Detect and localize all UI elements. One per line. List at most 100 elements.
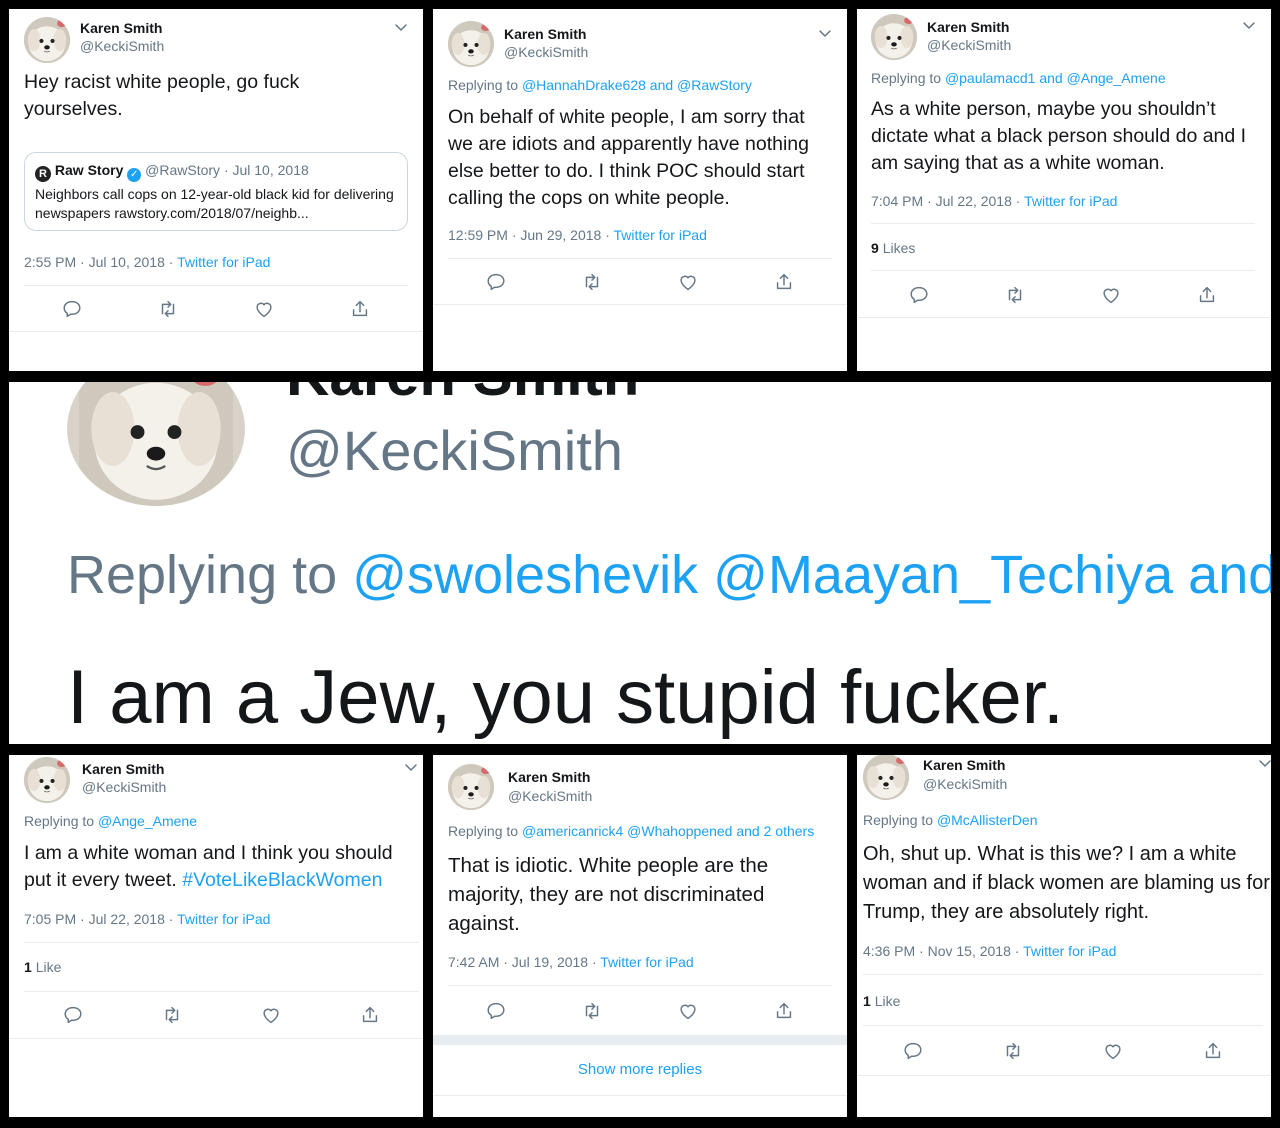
author-handle[interactable]: @KeckiSmith <box>923 776 1007 792</box>
divider <box>448 985 832 986</box>
author-name[interactable]: Karen Smith <box>80 20 162 36</box>
author-name[interactable]: Karen Smith <box>82 761 164 777</box>
likes-number: 1 <box>24 959 32 975</box>
replying-to-users[interactable]: @HannahDrake628 and @RawStory <box>522 77 752 93</box>
tweet-client-link[interactable]: Twitter for iPad <box>177 254 270 270</box>
avatar[interactable] <box>24 757 70 803</box>
replying-to: Replying to @HannahDrake628 and @RawStor… <box>448 77 752 93</box>
divider <box>433 1095 847 1096</box>
hashtag-link[interactable]: #VoteLikeBlackWomen <box>182 869 382 891</box>
avatar[interactable] <box>67 382 245 506</box>
reply-icon[interactable] <box>485 1000 507 1022</box>
tweet-meta: 7:42 AM · Jul 19, 2018 · Twitter for iPa… <box>448 954 694 970</box>
tweet-client-link[interactable]: Twitter for iPad <box>1023 943 1116 959</box>
replying-to-label: Replying to <box>24 813 95 829</box>
replying-to-label: Replying to <box>871 70 942 86</box>
replying-to: Replying to @paulamacd1 and @Ange_Amene <box>871 70 1166 86</box>
heart-icon[interactable] <box>677 271 699 293</box>
retweet-icon[interactable] <box>1002 1040 1024 1062</box>
author-name[interactable]: Karen Smith <box>927 19 1009 35</box>
replying-to-users[interactable]: @swoleshevik @Maayan_Techiya and <box>352 545 1271 605</box>
author-handle[interactable]: @KeckiSmith <box>286 418 623 483</box>
reply-icon[interactable] <box>61 298 83 320</box>
likes-count[interactable]: 1 Like <box>24 959 61 975</box>
replying-to-users[interactable]: @McAllisterDen <box>937 812 1038 828</box>
heart-icon[interactable] <box>677 1000 699 1022</box>
author-handle[interactable]: @KeckiSmith <box>504 44 588 60</box>
retweet-icon[interactable] <box>157 298 179 320</box>
avatar[interactable] <box>448 21 494 67</box>
tweet-timestamp[interactable]: 7:04 PM · Jul 22, 2018 · <box>871 193 1020 209</box>
tweet-client-link[interactable]: Twitter for iPad <box>600 954 693 970</box>
tweet-panel-2: Karen Smith @KeckiSmith Replying to @Han… <box>433 9 847 371</box>
author-name[interactable]: Karen Smith <box>504 26 586 42</box>
quote-date: · Jul 10, 2018 <box>223 162 309 178</box>
share-icon[interactable] <box>773 271 795 293</box>
heart-icon[interactable] <box>260 1004 282 1026</box>
tweet-timestamp[interactable]: 12:59 PM · Jun 29, 2018 · <box>448 227 610 243</box>
avatar[interactable] <box>448 764 494 810</box>
likes-count[interactable]: 1 Like <box>863 993 900 1009</box>
divider <box>857 317 1271 318</box>
replying-to-users[interactable]: @paulamacd1 and @Ange_Amene <box>945 70 1166 86</box>
share-icon[interactable] <box>773 1000 795 1022</box>
avatar[interactable] <box>24 17 70 63</box>
retweet-icon[interactable] <box>581 271 603 293</box>
heart-icon[interactable] <box>253 298 275 320</box>
chevron-down-icon[interactable] <box>403 759 419 775</box>
tweet-client-link[interactable]: Twitter for iPad <box>614 227 707 243</box>
share-icon[interactable] <box>1196 284 1218 306</box>
share-icon[interactable] <box>349 298 371 320</box>
chevron-down-icon[interactable] <box>817 25 833 41</box>
tweet-meta: 12:59 PM · Jun 29, 2018 · Twitter for iP… <box>448 227 707 243</box>
tweet-timestamp[interactable]: 4:36 PM · Nov 15, 2018 · <box>863 943 1019 959</box>
avatar[interactable] <box>863 755 909 800</box>
retweet-icon[interactable] <box>161 1004 183 1026</box>
reply-icon[interactable] <box>485 271 507 293</box>
replying-to: Replying to @Ange_Amene <box>24 813 197 829</box>
tweet-timestamp[interactable]: 7:42 AM · Jul 19, 2018 · <box>448 954 597 970</box>
quoted-tweet[interactable]: R Raw Story ✓ @RawStory · Jul 10, 2018 N… <box>24 152 408 231</box>
chevron-down-icon[interactable] <box>393 19 409 35</box>
reply-icon[interactable] <box>908 284 930 306</box>
replying-to-label: Replying to <box>448 77 519 93</box>
share-icon[interactable] <box>359 1004 381 1026</box>
replying-to-users[interactable]: @americanrick4 @Whahoppened and 2 others <box>522 823 814 839</box>
tweet-text: As a white person, maybe you shouldn’t d… <box>871 98 1247 174</box>
retweet-icon[interactable] <box>1004 284 1026 306</box>
author-handle[interactable]: @KeckiSmith <box>80 38 164 54</box>
author-handle[interactable]: @KeckiSmith <box>927 37 1011 53</box>
tweet-text: I am a white woman and I think you shoul… <box>24 840 423 894</box>
replying-to-users[interactable]: @Ange_Amene <box>98 813 197 829</box>
tweet-timestamp[interactable]: 2:55 PM · Jul 10, 2018 · <box>24 254 173 270</box>
tweet-client-link[interactable]: Twitter for iPad <box>177 911 270 927</box>
likes-label: Likes <box>882 240 916 256</box>
divider <box>24 991 419 992</box>
replying-to-label: Replying to <box>448 823 519 839</box>
avatar[interactable] <box>871 14 917 60</box>
retweet-icon[interactable] <box>581 1000 603 1022</box>
likes-count[interactable]: 9 Likes <box>871 240 915 256</box>
divider <box>24 942 419 943</box>
author-handle[interactable]: @KeckiSmith <box>508 788 592 804</box>
tweet-panel-4: Karen Smith @KeckiSmith Replying to @Ang… <box>9 755 423 1117</box>
likes-label: Like <box>35 959 62 975</box>
reply-icon[interactable] <box>902 1040 924 1062</box>
author-handle[interactable]: @KeckiSmith <box>82 779 166 795</box>
tweet-client-link[interactable]: Twitter for iPad <box>1024 193 1117 209</box>
reply-icon[interactable] <box>62 1004 84 1026</box>
tweet-panel-3: Karen Smith @KeckiSmith Replying to @pau… <box>857 9 1271 371</box>
divider <box>871 223 1255 224</box>
show-more-replies-link[interactable]: Show more replies <box>433 1061 847 1078</box>
heart-icon[interactable] <box>1100 284 1122 306</box>
tweet-timestamp[interactable]: 7:05 PM · Jul 22, 2018 · <box>24 911 173 927</box>
divider <box>9 1038 423 1039</box>
share-icon[interactable] <box>1202 1040 1224 1062</box>
author-name[interactable]: Karen Smith <box>286 382 639 409</box>
heart-icon[interactable] <box>1102 1040 1124 1062</box>
chevron-down-icon[interactable] <box>1257 755 1271 771</box>
tweet-text: Oh, shut up. What is this we? I am a whi… <box>863 843 1270 923</box>
author-name[interactable]: Karen Smith <box>923 757 1005 773</box>
author-name[interactable]: Karen Smith <box>508 769 590 785</box>
chevron-down-icon[interactable] <box>1241 17 1257 33</box>
